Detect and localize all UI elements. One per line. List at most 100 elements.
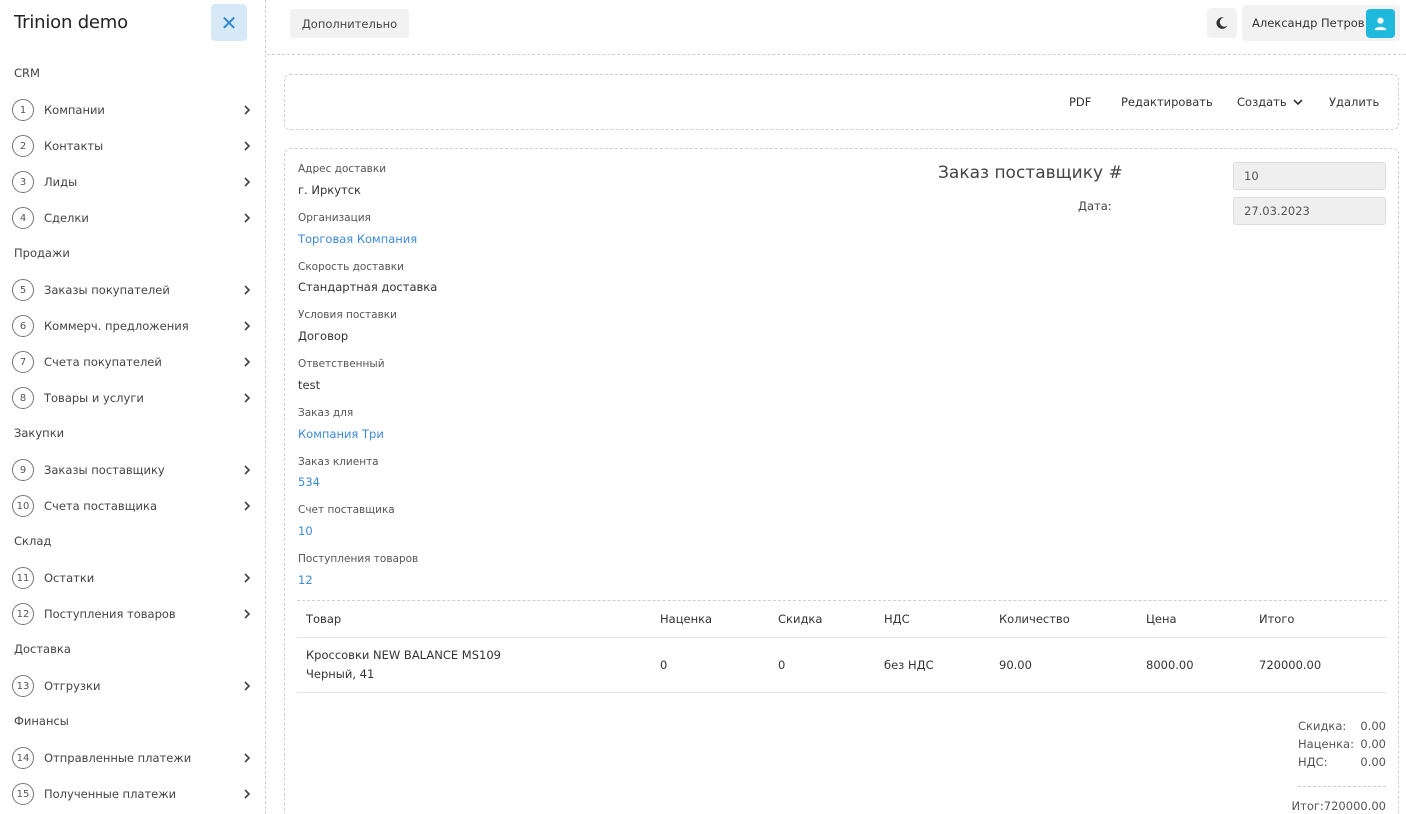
edit-button[interactable]: Редактировать <box>1121 95 1213 109</box>
chevron-right-icon <box>244 753 251 763</box>
section-label-purchases: Закупки <box>14 426 65 440</box>
nav-number: 13 <box>12 675 34 697</box>
sidebar-item-contacts[interactable]: 2 Контакты <box>12 134 252 158</box>
order-date-field: 27.03.2023 <box>1233 197 1386 225</box>
field-link-order-for[interactable]: Компания Три <box>298 427 384 441</box>
totals-summary: Скидка: 0.00 Наценка: 0.00 НДС: 0.00 Ито… <box>1292 719 1386 814</box>
pdf-button[interactable]: PDF <box>1069 95 1091 109</box>
cell-markup: 0 <box>660 658 668 672</box>
nav-number: 11 <box>12 567 34 589</box>
moon-icon <box>1216 17 1228 29</box>
user-menu-button[interactable]: Александр Петров <box>1242 5 1400 41</box>
field-link-customer-order[interactable]: 534 <box>298 475 320 489</box>
chevron-right-icon <box>244 609 251 619</box>
section-label-delivery: Доставка <box>14 642 71 656</box>
nav-number: 10 <box>12 495 34 517</box>
chevron-right-icon <box>244 141 251 151</box>
sidebar-item-label: Заказы покупателей <box>44 283 170 297</box>
field-label-responsible: Ответственный <box>298 358 385 370</box>
sidebar-item-label: Компании <box>44 103 105 117</box>
sidebar-item-customer-orders[interactable]: 5 Заказы покупателей <box>12 278 252 302</box>
delete-button[interactable]: Удалить <box>1329 95 1379 109</box>
cell-price: 8000.00 <box>1146 658 1194 672</box>
vat-total-value: 0.00 <box>1360 755 1386 769</box>
action-bar: PDF Редактировать Создать Удалить <box>284 74 1399 130</box>
field-label-order-for: Заказ для <box>298 407 354 419</box>
sidebar-item-deals[interactable]: 4 Сделки <box>12 206 252 230</box>
create-label: Создать <box>1237 95 1287 109</box>
grand-total: Итог:720000.00 <box>1291 799 1386 813</box>
sidebar-item-sent-payments[interactable]: 14 Отправленные платежи <box>12 746 252 770</box>
cell-total: 720000.00 <box>1259 658 1322 672</box>
sidebar-item-label: Отгрузки <box>44 679 101 693</box>
sidebar-item-supplier-invoices[interactable]: 10 Счета поставщика <box>12 494 252 518</box>
totals-divider <box>1298 786 1386 787</box>
field-label-delivery-speed: Скорость доставки <box>298 261 404 273</box>
sidebar-item-received-payments[interactable]: 15 Полученные платежи <box>12 782 252 806</box>
column-header: Количество <box>999 612 1070 626</box>
field-link-supplier-invoice[interactable]: 10 <box>298 524 313 538</box>
nav-number: 8 <box>12 387 34 409</box>
sidebar-item-goods-receipts[interactable]: 12 Поступления товаров <box>12 602 252 626</box>
topbar: Дополнительно Александр Петров <box>267 0 1406 55</box>
sidebar-item-label: Заказы поставщику <box>44 463 165 477</box>
nav-number: 6 <box>12 315 34 337</box>
column-header: НДС <box>884 612 910 626</box>
sidebar-item-supplier-orders[interactable]: 9 Заказы поставщику <box>12 458 252 482</box>
field-link-goods-receipts[interactable]: 12 <box>298 573 313 587</box>
nav-number: 15 <box>12 783 34 805</box>
sidebar-item-label: Лиды <box>44 175 78 189</box>
sidebar-item-companies[interactable]: 1 Компании <box>12 98 252 122</box>
theme-toggle-button[interactable] <box>1207 8 1237 38</box>
sidebar-item-shipments[interactable]: 13 Отгрузки <box>12 674 252 698</box>
sidebar-item-label: Счета покупателей <box>44 355 162 369</box>
order-number-field: 10 <box>1233 162 1386 190</box>
field-label-supplier-invoice: Счет поставщика <box>298 504 395 516</box>
close-sidebar-button[interactable]: ✕ <box>211 4 247 41</box>
cell-discount: 0 <box>778 658 786 672</box>
section-label-crm: CRM <box>14 66 40 80</box>
close-icon: ✕ <box>220 10 238 35</box>
sidebar-item-label: Отправленные платежи <box>44 751 192 765</box>
nav-number: 14 <box>12 747 34 769</box>
sidebar-item-products[interactable]: 8 Товары и услуги <box>12 386 252 410</box>
sidebar-item-leads[interactable]: 3 Лиды <box>12 170 252 194</box>
section-label-sales: Продажи <box>14 246 70 260</box>
chevron-right-icon <box>244 177 251 187</box>
sidebar-item-label: Остатки <box>44 571 95 585</box>
cell-quantity: 90.00 <box>999 658 1032 672</box>
app-title: Trinion demo <box>14 12 128 33</box>
field-label-organization: Организация <box>298 212 371 224</box>
avatar <box>1366 9 1395 38</box>
column-header: Наценка <box>660 612 713 626</box>
vat-total-label: НДС: <box>1298 755 1328 769</box>
section-label-warehouse: Склад <box>14 534 52 548</box>
chevron-right-icon <box>244 501 251 511</box>
column-header: Скидка <box>778 612 823 626</box>
user-name: Александр Петров <box>1252 16 1365 30</box>
field-label-goods-receipts: Поступления товаров <box>298 553 419 565</box>
chevron-right-icon <box>244 573 251 583</box>
field-label-customer-order: Заказ клиента <box>298 456 379 468</box>
chevron-right-icon <box>244 357 251 367</box>
field-label-delivery-address: Адрес доставки <box>298 163 387 175</box>
nav-number: 9 <box>12 459 34 481</box>
user-icon <box>1374 17 1387 31</box>
date-label: Дата: <box>1078 199 1112 213</box>
nav-number: 7 <box>12 351 34 373</box>
chevron-right-icon <box>244 393 251 403</box>
sidebar-item-stock[interactable]: 11 Остатки <box>12 566 252 590</box>
column-header: Товар <box>306 612 342 626</box>
sidebar-item-label: Поступления товаров <box>44 607 176 621</box>
table-header-row: Товар Наценка Скидка НДС Количество Цена… <box>297 601 1387 638</box>
more-button[interactable]: Дополнительно <box>290 9 409 38</box>
chevron-right-icon <box>244 681 251 691</box>
create-dropdown[interactable]: Создать <box>1237 95 1303 109</box>
column-header: Цена <box>1146 612 1177 626</box>
sidebar-item-quotes[interactable]: 6 Коммерч. предложения <box>12 314 252 338</box>
order-card: Адрес доставки г. Иркутск Организация То… <box>284 148 1399 814</box>
sidebar-item-customer-invoices[interactable]: 7 Счета покупателей <box>12 350 252 374</box>
markup-total-label: Наценка: <box>1298 737 1354 751</box>
field-link-organization[interactable]: Торговая Компания <box>298 232 417 246</box>
markup-total-value: 0.00 <box>1360 737 1386 751</box>
